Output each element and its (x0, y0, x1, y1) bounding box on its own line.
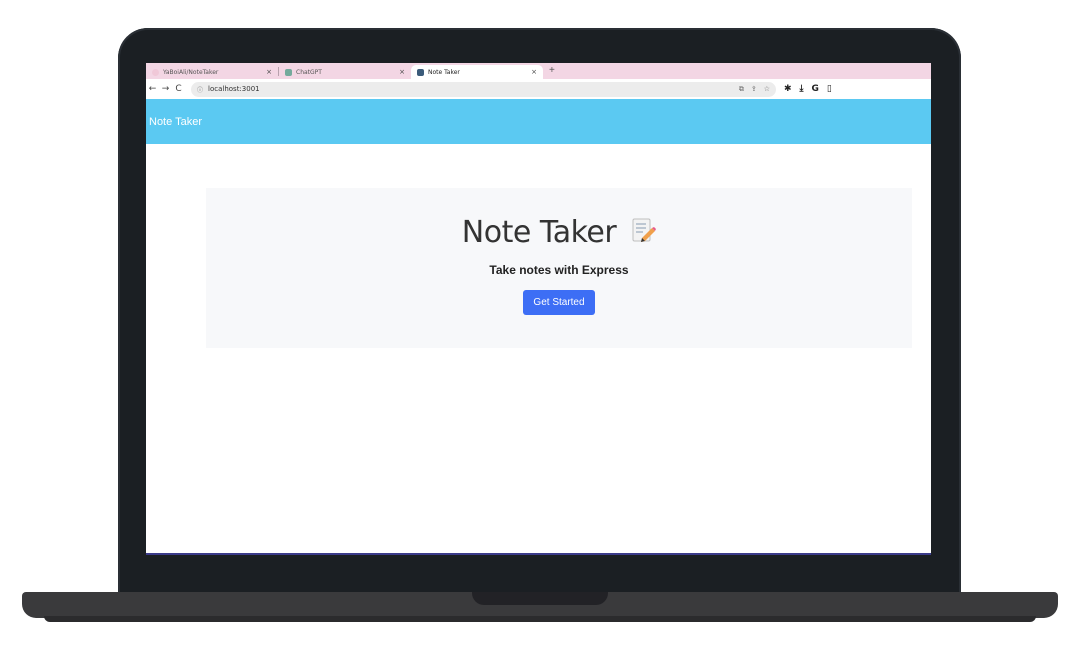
download-icon[interactable]: ⤓ (800, 84, 804, 94)
site-navbar: Note Taker (146, 99, 931, 144)
laptop-notch (472, 592, 608, 605)
laptop-base-lip (44, 616, 1036, 622)
new-tab-button[interactable]: + (549, 65, 555, 77)
tab-label: YaBoiAli/NoteTaker (163, 68, 219, 76)
tab-bar: YaBoiAli/NoteTaker × ChatGPT × Note Take… (146, 63, 931, 79)
chatgpt-icon (285, 68, 292, 76)
tab-chatgpt[interactable]: ChatGPT × (279, 65, 411, 79)
back-icon[interactable]: ← (146, 84, 159, 94)
open-in-app-icon[interactable]: ⧉ (739, 85, 744, 94)
browser-toolbar: ← → C ⓘ localhost:3001 ⧉ ⇪ ☆ ✱ ⤓ G ▯ (146, 79, 931, 99)
google-icon[interactable]: G (812, 84, 819, 94)
bookmark-star-icon[interactable]: ☆ (764, 85, 770, 93)
side-panel-icon[interactable]: ▯ (827, 84, 832, 94)
address-bar[interactable]: ⓘ localhost:3001 ⧉ ⇪ ☆ (191, 81, 776, 97)
hero-subtitle: Take notes with Express (489, 263, 629, 277)
hero-heading: Note Taker (206, 215, 912, 251)
info-icon[interactable]: ⓘ (197, 85, 203, 94)
tab-github[interactable]: YaBoiAli/NoteTaker × (146, 65, 278, 79)
tab-label: Note Taker (428, 68, 460, 76)
tab-note-taker[interactable]: Note Taker × (411, 65, 543, 79)
page-icon (417, 68, 424, 76)
hero-title: Note Taker (461, 215, 617, 250)
github-icon (152, 68, 159, 76)
memo-icon (630, 216, 657, 251)
get-started-button[interactable]: Get Started (523, 290, 595, 315)
address-text: localhost:3001 (208, 85, 260, 93)
hero-jumbotron: Note Taker Take notes with Express Get S… (206, 188, 912, 348)
tab-label: ChatGPT (296, 68, 322, 76)
browser-window: YaBoiAli/NoteTaker × ChatGPT × Note Take… (146, 63, 931, 555)
close-icon[interactable]: × (399, 68, 405, 76)
share-icon[interactable]: ⇪ (751, 85, 757, 93)
forward-icon[interactable]: → (159, 84, 172, 94)
close-icon[interactable]: × (266, 68, 272, 76)
navbar-brand[interactable]: Note Taker (146, 116, 202, 128)
close-icon[interactable]: × (531, 68, 537, 76)
reload-icon[interactable]: C (172, 84, 185, 94)
extensions-icon[interactable]: ✱ (784, 84, 792, 94)
